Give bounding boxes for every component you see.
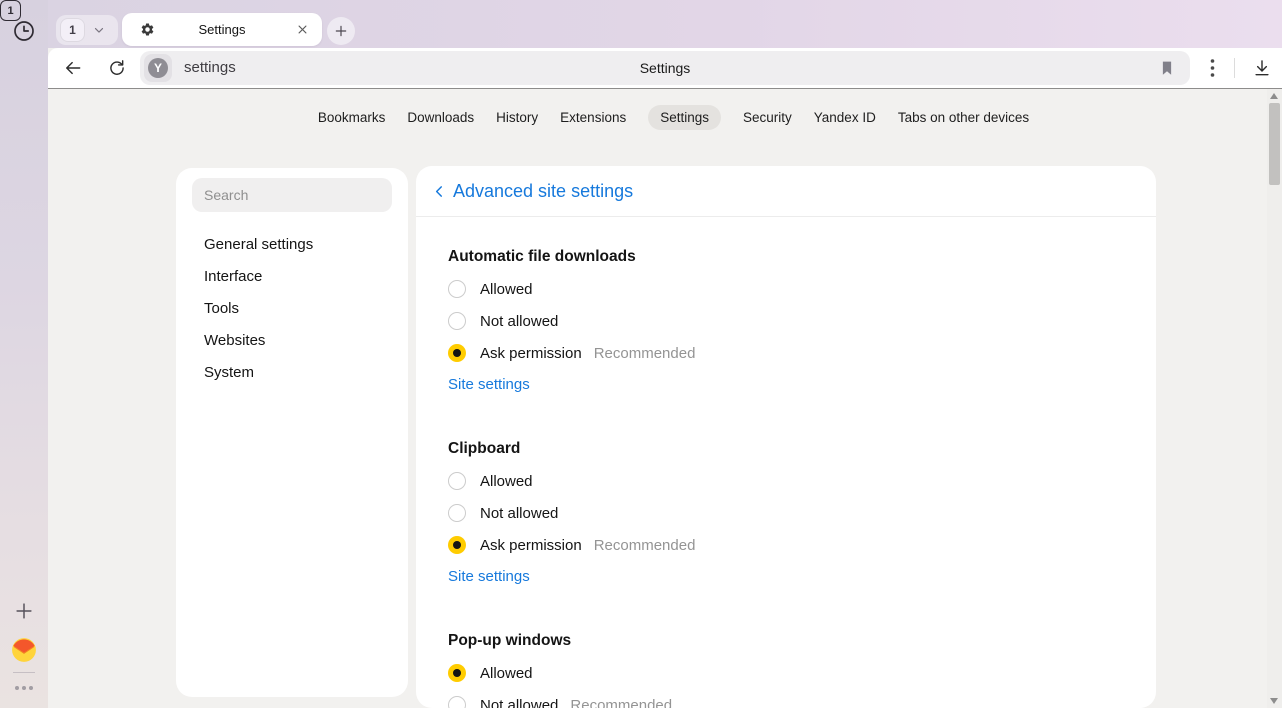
radio-unselected-icon[interactable] xyxy=(448,504,466,522)
radio-label: Ask permission xyxy=(480,537,582,554)
tab-count-badge: 1 xyxy=(61,19,84,41)
scroll-down-icon[interactable] xyxy=(1270,698,1278,704)
recommended-note: Recommended xyxy=(594,537,696,554)
section-clipboard: Clipboard Allowed Not allowed Ask permissio… xyxy=(448,433,1124,593)
toolbar-divider xyxy=(1234,58,1235,78)
section-title: Automatic file downloads xyxy=(448,241,1124,273)
radio-label: Ask permission xyxy=(480,345,582,362)
radio-unselected-icon[interactable] xyxy=(448,472,466,490)
sidebar-item-system[interactable]: System xyxy=(176,357,408,389)
address-toolbar: Y settings Settings xyxy=(48,48,1282,89)
scrollbar-thumb[interactable] xyxy=(1269,103,1280,185)
sidebar-item-general-settings[interactable]: General settings xyxy=(176,229,408,261)
back-button[interactable] xyxy=(63,58,83,78)
settings-main-card: Advanced site settings Automatic file do… xyxy=(416,166,1156,708)
link-row: Site settings xyxy=(448,561,1124,593)
toolbar-more-icon[interactable] xyxy=(1204,58,1220,78)
link-row: Site settings xyxy=(448,369,1124,401)
radio-selected-icon[interactable] xyxy=(448,664,466,682)
chevron-down-icon[interactable] xyxy=(92,23,106,37)
tab-panel-icon[interactable]: 1 xyxy=(0,0,21,21)
page-title: Settings xyxy=(140,51,1190,85)
radio-option-ask-permission[interactable]: Ask permission Recommended xyxy=(448,337,1124,369)
yandex-mail-icon[interactable] xyxy=(11,637,37,663)
recommended-note: Recommended xyxy=(594,345,696,362)
sidebar-item-tools[interactable]: Tools xyxy=(176,293,408,325)
search-input[interactable] xyxy=(192,178,392,212)
radio-label: Allowed xyxy=(480,473,533,490)
scroll-up-icon[interactable] xyxy=(1270,93,1278,99)
rail-divider xyxy=(13,672,35,673)
downloads-icon[interactable] xyxy=(1252,58,1272,78)
sidebar-item-websites[interactable]: Websites xyxy=(176,325,408,357)
left-rail: 1 xyxy=(0,0,48,708)
radio-option-allowed[interactable]: Allowed xyxy=(448,273,1124,305)
section-title: Pop-up windows xyxy=(448,625,1124,657)
back-chevron-icon[interactable] xyxy=(431,183,448,200)
settings-sidebar: General settingsInterfaceToolsWebsitesSy… xyxy=(176,168,408,697)
radio-option-ask-permission[interactable]: Ask permission Recommended xyxy=(448,529,1124,561)
radio-option-not-allowed[interactable]: Not allowed xyxy=(448,305,1124,337)
nav-item-history[interactable]: History xyxy=(496,110,538,125)
radio-unselected-icon[interactable] xyxy=(448,696,466,708)
radio-option-allowed[interactable]: Allowed xyxy=(448,465,1124,497)
new-tab-button[interactable] xyxy=(327,17,355,45)
section-pop-up-windows: Pop-up windows Allowed Not allowed Recommen… xyxy=(448,625,1124,708)
nav-item-bookmarks[interactable]: Bookmarks xyxy=(318,110,386,125)
settings-nav: Bookmarks Downloads History Extensions Setti… xyxy=(64,103,1282,131)
settings-sections: Automatic file downloads Allowed Not allow… xyxy=(416,241,1156,708)
tab-settings[interactable]: Settings xyxy=(122,13,322,46)
site-settings-link[interactable]: Site settings xyxy=(448,376,530,393)
radio-unselected-icon[interactable] xyxy=(448,280,466,298)
radio-label: Not allowed xyxy=(480,313,558,330)
nav-item-yandex-id[interactable]: Yandex ID xyxy=(814,110,876,125)
radio-option-not-allowed[interactable]: Not allowed xyxy=(448,497,1124,529)
radio-label: Allowed xyxy=(480,281,533,298)
nav-item-downloads[interactable]: Downloads xyxy=(407,110,474,125)
sidebar-menu: General settingsInterfaceToolsWebsitesSy… xyxy=(176,229,408,389)
radio-label: Not allowed xyxy=(480,505,558,522)
more-apps-icon[interactable] xyxy=(13,682,35,694)
tab-strip: 1 Settings xyxy=(48,0,1282,48)
tab-close-icon[interactable] xyxy=(295,22,310,37)
tab-title: Settings xyxy=(122,22,322,37)
radio-selected-icon[interactable] xyxy=(448,536,466,554)
tab-group-counter[interactable]: 1 xyxy=(56,15,118,45)
section-automatic-file-downloads: Automatic file downloads Allowed Not allow… xyxy=(448,241,1124,401)
advanced-settings-header[interactable]: Advanced site settings xyxy=(416,166,1156,217)
reload-button[interactable] xyxy=(107,58,127,78)
radio-label: Allowed xyxy=(480,665,533,682)
nav-item-tabs-on-other-devices[interactable]: Tabs on other devices xyxy=(898,110,1029,125)
recommended-note: Recommended xyxy=(570,697,672,708)
radio-option-not-allowed[interactable]: Not allowed Recommended xyxy=(448,689,1124,708)
nav-item-settings[interactable]: Settings xyxy=(648,105,721,130)
nav-item-security[interactable]: Security xyxy=(743,110,792,125)
radio-label: Not allowed xyxy=(480,697,558,708)
site-settings-link[interactable]: Site settings xyxy=(448,568,530,585)
add-panel-icon[interactable] xyxy=(13,600,35,622)
address-bar[interactable]: Y settings Settings xyxy=(140,51,1190,85)
radio-selected-icon[interactable] xyxy=(448,344,466,362)
bookmark-icon[interactable] xyxy=(1158,59,1176,77)
sidebar-item-interface[interactable]: Interface xyxy=(176,261,408,293)
browser-window: 1 1 Settings xyxy=(0,0,1282,708)
page-heading: Advanced site settings xyxy=(453,181,633,202)
vertical-scrollbar[interactable] xyxy=(1267,89,1282,708)
nav-item-extensions[interactable]: Extensions xyxy=(560,110,626,125)
settings-page: Bookmarks Downloads History Extensions Setti… xyxy=(48,89,1282,708)
radio-unselected-icon[interactable] xyxy=(448,312,466,330)
radio-option-allowed[interactable]: Allowed xyxy=(448,657,1124,689)
history-clock-icon[interactable] xyxy=(12,19,36,43)
section-title: Clipboard xyxy=(448,433,1124,465)
